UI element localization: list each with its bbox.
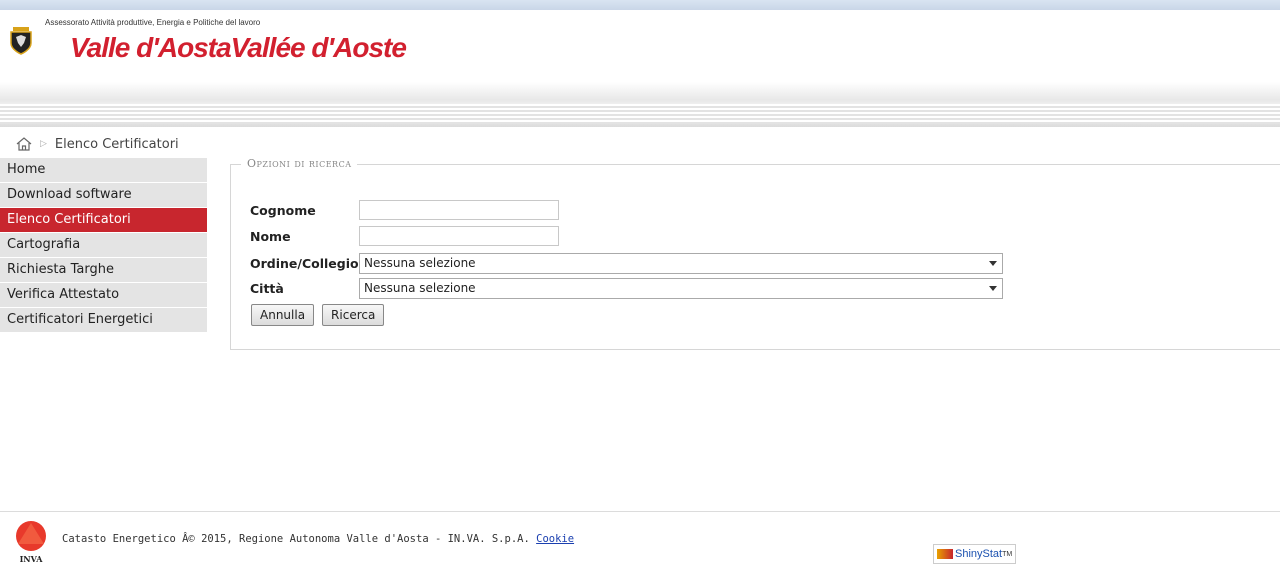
form-buttons: Annulla Ricerca bbox=[251, 304, 385, 326]
annulla-button[interactable]: Annulla bbox=[251, 304, 315, 326]
decorative-stripe bbox=[0, 82, 1280, 127]
nome-input[interactable] bbox=[359, 226, 559, 246]
shinystat-badge[interactable]: ShinyStat TM bbox=[933, 544, 1017, 564]
sidebar-item-download-software[interactable]: Download software bbox=[0, 183, 207, 208]
region-wordmark[interactable]: Valle d'AostaVallée d'Aoste bbox=[70, 32, 407, 64]
cognome-label: Cognome bbox=[250, 202, 316, 218]
cognome-input[interactable] bbox=[359, 200, 559, 220]
breadcrumb-separator-icon: ▷ bbox=[40, 139, 47, 149]
search-options-legend: Opzioni di ricerca bbox=[241, 157, 358, 170]
breadcrumb: ▷ Elenco Certificatori bbox=[16, 134, 179, 154]
footer-divider bbox=[0, 511, 1280, 512]
shinystat-bars-icon bbox=[937, 549, 953, 559]
nome-label: Nome bbox=[250, 228, 291, 244]
breadcrumb-current: Elenco Certificatori bbox=[54, 136, 179, 152]
top-bar bbox=[0, 0, 1280, 10]
ricerca-button[interactable]: Ricerca bbox=[322, 304, 385, 326]
sidebar-item-elenco-certificatori[interactable]: Elenco Certificatori bbox=[0, 208, 207, 233]
ordine-collegio-select[interactable]: Nessuna selezione bbox=[359, 253, 1003, 274]
cognome-row: Cognome bbox=[250, 200, 559, 220]
sidebar-item-verifica-attestato[interactable]: Verifica Attestato bbox=[0, 283, 207, 308]
nome-row: Nome bbox=[250, 226, 559, 246]
sidebar-item-cartografia[interactable]: Cartografia bbox=[0, 233, 207, 258]
ordine-collegio-selected: Nessuna selezione bbox=[364, 256, 476, 270]
dropdown-arrow-icon bbox=[989, 286, 997, 291]
footer-copyright: Catasto Energetico Â© 2015, Regione Auto… bbox=[62, 533, 574, 545]
site-header: Assessorato Attività produttive, Energia… bbox=[0, 10, 1280, 82]
shinystat-name: ShinyStat bbox=[955, 548, 1003, 560]
ordine-collegio-label: Ordine/Collegio bbox=[250, 256, 359, 271]
sidebar-item-home[interactable]: Home bbox=[0, 158, 207, 183]
cookie-link[interactable]: Cookie bbox=[536, 533, 574, 545]
footer-copyright-text: Catasto Energetico Â© 2015, Regione Auto… bbox=[62, 533, 530, 545]
home-icon[interactable] bbox=[16, 137, 32, 151]
citta-select[interactable]: Nessuna selezione bbox=[359, 278, 1003, 299]
ordine-row: Ordine/Collegio Nessuna selezione bbox=[250, 253, 1003, 274]
sidebar-item-certificatori-energetici[interactable]: Certificatori Energetici bbox=[0, 308, 207, 333]
citta-selected: Nessuna selezione bbox=[364, 281, 476, 295]
search-options-panel: Opzioni di ricerca Cognome Nome Ordine/C… bbox=[230, 157, 1280, 350]
citta-label: Città bbox=[250, 281, 284, 296]
inva-logo-icon: INVA bbox=[16, 521, 46, 564]
assessorato-title: Assessorato Attività produttive, Energia… bbox=[45, 18, 261, 27]
shinystat-tm: TM bbox=[1002, 550, 1013, 558]
coat-of-arms-icon bbox=[10, 27, 32, 55]
sidebar-menu: Home Download software Elenco Certificat… bbox=[0, 158, 207, 333]
dropdown-arrow-icon bbox=[989, 261, 997, 266]
citta-row: Città Nessuna selezione bbox=[250, 278, 1003, 299]
inva-logo-text: INVA bbox=[20, 554, 44, 564]
sidebar-item-richiesta-targhe[interactable]: Richiesta Targhe bbox=[0, 258, 207, 283]
